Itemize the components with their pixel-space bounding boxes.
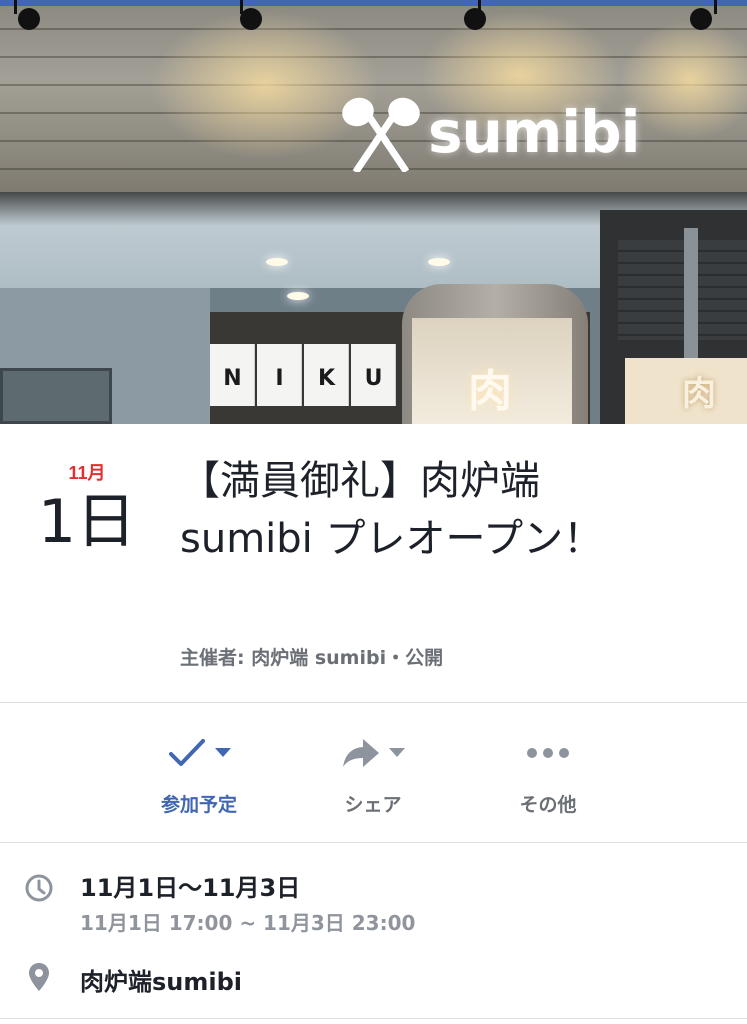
cover-photo[interactable]: sumibi N I K U 肉 肉	[0, 0, 747, 424]
event-host-line[interactable]: 主催者: 肉炉端 sumibi・公開	[180, 643, 443, 670]
divider	[0, 702, 747, 703]
noren-letter: I	[275, 366, 284, 391]
going-button[interactable]: 参加予定	[124, 730, 274, 817]
share-button[interactable]: シェア	[298, 730, 448, 817]
downlight	[266, 258, 288, 266]
event-date-range: 11月1日〜11月3日	[80, 874, 301, 902]
chevron-down-icon	[215, 748, 231, 757]
downlight	[287, 292, 309, 300]
event-title: 【満員御礼】肉炉端 sumibi プレオープン！	[180, 458, 604, 562]
store-logo: sumibi	[336, 92, 716, 175]
clock-icon	[25, 874, 53, 902]
wall-lamp	[690, 8, 712, 30]
wall-lamp	[18, 8, 40, 30]
event-date-block: 11月 1日	[32, 462, 142, 558]
divider	[0, 1018, 747, 1019]
location-pin-icon	[29, 963, 49, 991]
event-month: 11月	[68, 463, 106, 483]
more-label: その他	[519, 794, 577, 816]
downlight	[428, 258, 450, 266]
wall-lamp	[464, 8, 486, 30]
more-button[interactable]: その他	[473, 730, 623, 817]
going-label: 参加予定	[160, 794, 237, 816]
side-sign-char: 肉	[682, 374, 716, 414]
share-label: シェア	[344, 794, 402, 816]
divider	[0, 842, 747, 843]
noren-letter: K	[317, 366, 336, 391]
noren-letter: U	[364, 366, 383, 391]
wall-lamp	[240, 8, 262, 30]
crossed-paddles-icon	[342, 97, 420, 175]
share-arrow-icon	[343, 739, 379, 767]
event-time-range: 11月1日 17:00 ~ 11月3日 23:00	[80, 911, 416, 935]
event-location: 肉炉端sumibi	[80, 968, 243, 996]
check-icon	[169, 739, 205, 766]
more-dots-icon	[527, 748, 569, 758]
lit-shop-sign: 肉	[468, 366, 512, 417]
noren-letter: N	[223, 366, 242, 391]
logo-text: sumibi	[428, 98, 641, 166]
building-door	[0, 368, 112, 424]
chevron-down-icon	[389, 748, 405, 757]
event-day: 1日	[37, 487, 137, 557]
